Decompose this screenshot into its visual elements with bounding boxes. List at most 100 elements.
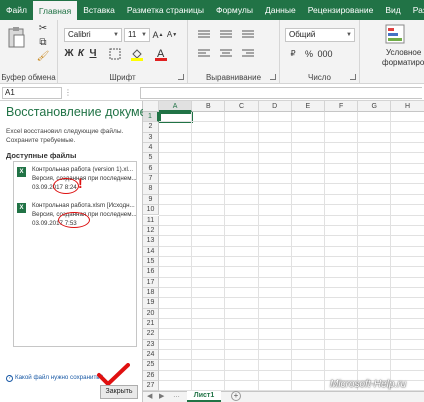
tab-8[interactable]: Разр bbox=[407, 0, 424, 20]
percent-icon[interactable]: % bbox=[302, 48, 316, 60]
tab-5[interactable]: Данные bbox=[259, 0, 302, 20]
tab-6[interactable]: Рецензирование bbox=[302, 0, 380, 20]
shrink-font-icon[interactable]: A ▼ bbox=[166, 29, 178, 41]
formula-bar: A1 ⋮ bbox=[0, 85, 424, 101]
file-version: Версия, созданная при последнем... bbox=[32, 175, 136, 182]
add-sheet-button[interactable]: + bbox=[231, 391, 241, 401]
bold-button[interactable]: Ж bbox=[64, 48, 74, 60]
row-header-21[interactable]: 21 bbox=[143, 319, 159, 330]
row-header-19[interactable]: 19 bbox=[143, 298, 159, 309]
copy-icon[interactable]: ⧉ bbox=[38, 38, 48, 48]
column-header-B[interactable]: B bbox=[192, 101, 226, 112]
annotation-circle bbox=[53, 178, 79, 194]
row-header-14[interactable]: 14 bbox=[143, 246, 159, 257]
formula-bar-separator: ⋮ bbox=[64, 88, 72, 97]
row-header-16[interactable]: 16 bbox=[143, 267, 159, 278]
conditional-format-icon[interactable] bbox=[384, 24, 406, 44]
row-header-3[interactable]: 3 bbox=[143, 132, 159, 144]
alignment-icons[interactable] bbox=[196, 28, 276, 64]
font-dialog-launcher-icon[interactable] bbox=[178, 74, 184, 80]
column-header-D[interactable]: D bbox=[258, 101, 292, 112]
row-header-27[interactable]: 27 bbox=[143, 381, 159, 391]
paste-icon[interactable] bbox=[6, 24, 26, 50]
font-name-select[interactable]: Calibri ▼ bbox=[64, 28, 122, 42]
name-box[interactable]: A1 bbox=[2, 87, 62, 99]
tab-3[interactable]: Разметка страницы bbox=[121, 0, 210, 20]
number-format-select[interactable]: Общий ▼ bbox=[285, 28, 355, 42]
row-header-5[interactable]: 5 bbox=[143, 153, 159, 164]
tab-1[interactable]: Главная bbox=[32, 0, 78, 20]
sheet-tab-1[interactable]: Лист1 bbox=[187, 391, 221, 402]
grid-line bbox=[159, 266, 424, 268]
column-header-E[interactable]: E bbox=[291, 101, 325, 112]
conditional-format-label-2[interactable]: форматиров bbox=[382, 58, 424, 67]
tab-2[interactable]: Вставка bbox=[77, 0, 121, 20]
row-header-12[interactable]: 12 bbox=[143, 225, 159, 237]
document-recovery-pane: Восстановление докуме... Excel восстанов… bbox=[0, 101, 157, 402]
column-header-F[interactable]: F bbox=[325, 101, 359, 112]
number-label: Число bbox=[307, 73, 331, 82]
row-header-13[interactable]: 13 bbox=[143, 236, 159, 247]
underline-button[interactable]: Ч bbox=[88, 48, 98, 60]
row-header-10[interactable]: 10 bbox=[143, 205, 159, 216]
row-header-6[interactable]: 6 bbox=[143, 163, 159, 175]
font-color-icon[interactable]: A bbox=[154, 47, 168, 61]
borders-icon[interactable] bbox=[108, 48, 122, 60]
select-all-corner[interactable] bbox=[143, 101, 159, 112]
annotation-circle bbox=[58, 212, 90, 228]
row-header-4[interactable]: 4 bbox=[143, 143, 159, 154]
row-header-15[interactable]: 15 bbox=[143, 256, 159, 268]
sheet-nav-right-icon[interactable]: ▶ bbox=[159, 392, 164, 400]
alignment-group: Выравнивание bbox=[188, 20, 280, 84]
grid-line bbox=[159, 245, 424, 247]
alignment-dialog-launcher-icon[interactable] bbox=[270, 74, 276, 80]
conditional-format-label-1[interactable]: Условное bbox=[386, 48, 421, 57]
row-header-20[interactable]: 20 bbox=[143, 308, 159, 319]
row-header-7[interactable]: 7 bbox=[143, 174, 159, 185]
thousands-icon[interactable]: 000 bbox=[317, 48, 332, 60]
row-header-8[interactable]: 8 bbox=[143, 184, 159, 195]
excel-file-icon: X bbox=[17, 203, 26, 213]
row-header-17[interactable]: 17 bbox=[143, 277, 159, 288]
column-header-G[interactable]: G bbox=[358, 101, 392, 112]
worksheet-grid[interactable]: A B C D E F G H 1 2 3 4 5 6 7 8 9 10 11 12 13 14 15 16 17 18 19 20 2… bbox=[143, 101, 424, 391]
watermark: Microsoft-Help.ru bbox=[330, 379, 407, 390]
tab-7[interactable]: Вид bbox=[379, 0, 406, 20]
italic-button[interactable]: К bbox=[76, 48, 86, 60]
file-name: Контрольная работа (version 1).xl... bbox=[32, 166, 134, 173]
column-header-A[interactable]: A bbox=[159, 101, 193, 112]
grid-line bbox=[159, 235, 424, 237]
tab-0[interactable]: Файл bbox=[0, 0, 33, 20]
row-header-11[interactable]: 11 bbox=[143, 215, 159, 226]
row-header-25[interactable]: 25 bbox=[143, 360, 159, 371]
column-header-C[interactable]: C bbox=[225, 101, 259, 112]
grid-line bbox=[159, 162, 424, 164]
row-header-9[interactable]: 9 bbox=[143, 194, 159, 206]
grid-line bbox=[159, 359, 424, 361]
row-header-18[interactable]: 18 bbox=[143, 287, 159, 299]
grid-line bbox=[159, 152, 424, 154]
help-link[interactable]: ? Какой файл нужно сохранить? bbox=[6, 374, 103, 382]
grid-line bbox=[159, 276, 424, 278]
formula-input[interactable] bbox=[140, 87, 422, 99]
grid-line bbox=[159, 224, 424, 226]
close-recovery-button[interactable]: Закрыть bbox=[100, 385, 138, 399]
row-header-23[interactable]: 23 bbox=[143, 339, 159, 351]
row-header-24[interactable]: 24 bbox=[143, 350, 159, 361]
tab-4[interactable]: Формулы bbox=[210, 0, 259, 20]
sheet-nav-left-icon[interactable]: ◀ bbox=[147, 392, 152, 400]
font-size-select[interactable]: 11 ▼ bbox=[124, 28, 150, 42]
cut-icon[interactable]: ✂ bbox=[38, 24, 48, 34]
row-header-22[interactable]: 22 bbox=[143, 329, 159, 340]
row-header-1[interactable]: 1 bbox=[143, 112, 159, 123]
format-painter-icon[interactable]: 🖌 bbox=[37, 52, 50, 62]
grow-font-icon[interactable]: A ▲ bbox=[152, 29, 164, 41]
styles-group: Условное форматиров bbox=[360, 20, 424, 84]
currency-icon[interactable]: ₽ bbox=[286, 48, 300, 60]
sheet-overflow-icon[interactable]: … bbox=[173, 392, 180, 399]
column-header-H[interactable]: H bbox=[391, 101, 424, 112]
row-header-2[interactable]: 2 bbox=[143, 122, 159, 133]
fill-color-icon[interactable] bbox=[130, 48, 144, 61]
number-dialog-launcher-icon[interactable] bbox=[350, 74, 356, 80]
row-header-26[interactable]: 26 bbox=[143, 370, 159, 382]
